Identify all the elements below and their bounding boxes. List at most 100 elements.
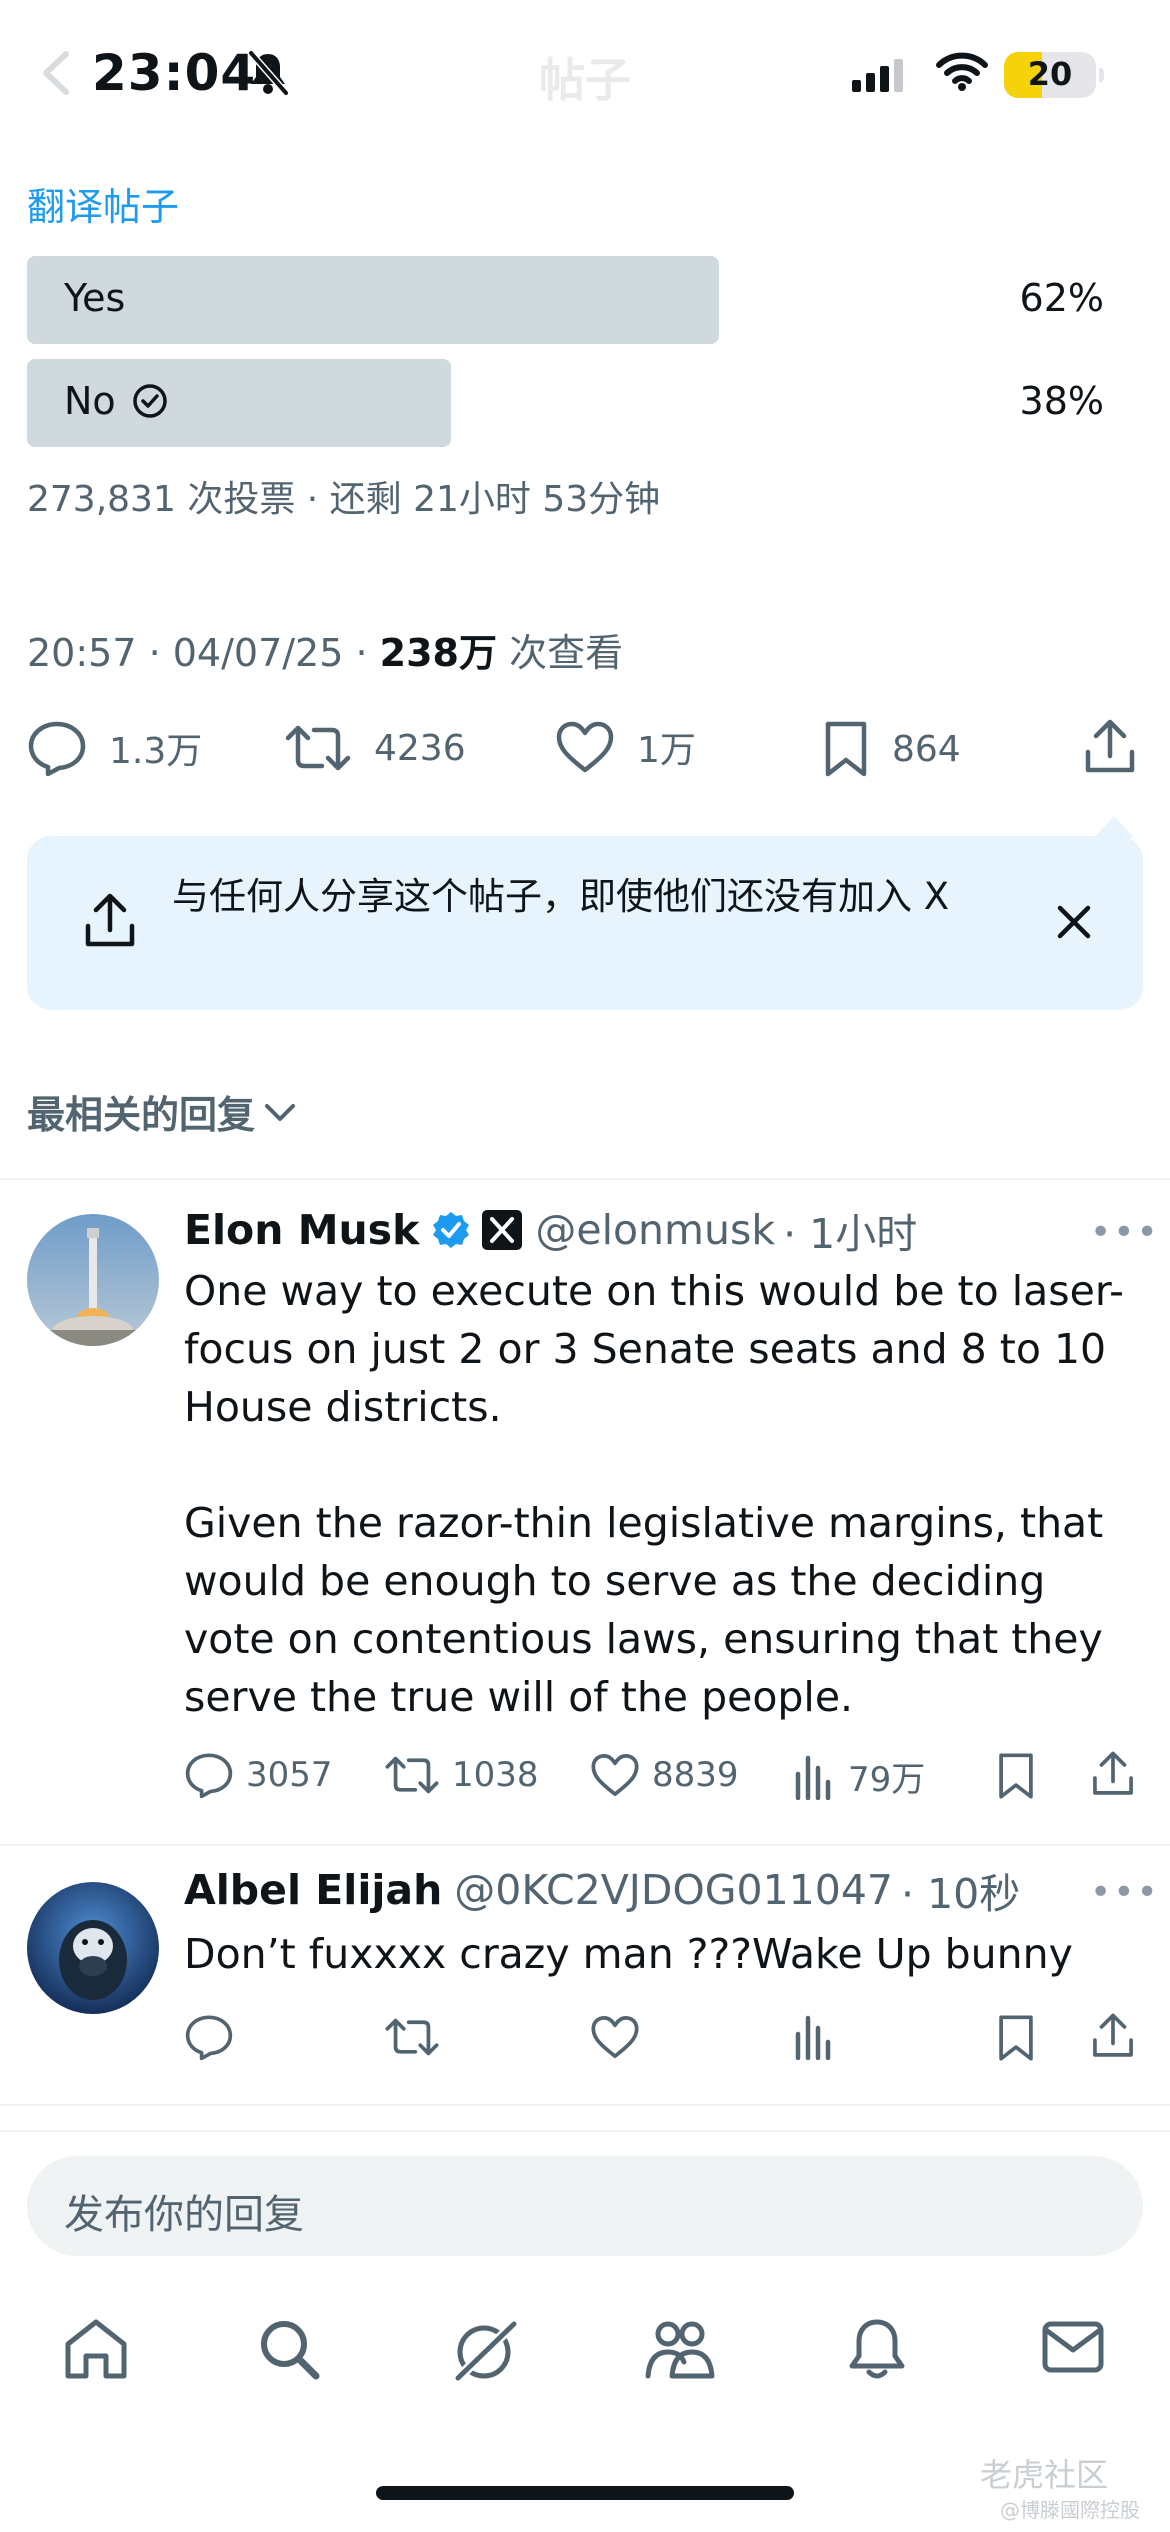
bell-muted-icon xyxy=(246,50,290,96)
author-name[interactable]: Elon Musk xyxy=(184,1206,419,1254)
reply-button[interactable] xyxy=(184,2014,234,2060)
check-circle-icon xyxy=(132,383,168,419)
watermark-logo: 老虎社区 xyxy=(980,2456,1109,2494)
poll-option-selected: No xyxy=(64,379,168,423)
reply-time: · 10秒 xyxy=(901,1870,1021,1918)
translate-post-link[interactable]: 翻译帖子 xyxy=(27,176,179,231)
like-button[interactable]: 1万 xyxy=(555,720,696,774)
battery-indicator: 20 xyxy=(1004,52,1096,98)
watermark-text: @博滕國際控股 xyxy=(1000,2498,1140,2522)
poll-option-label: Yes xyxy=(64,276,126,320)
home-indicator[interactable] xyxy=(376,2486,794,2500)
post-time: 20:57 · 04/07/25 · xyxy=(27,631,380,675)
reply-count: 1.3万 xyxy=(109,731,203,772)
poll-option-yes-bar xyxy=(27,256,719,344)
avatar[interactable] xyxy=(27,1882,159,2014)
more-options-icon[interactable]: ••• xyxy=(1090,1212,1160,1253)
wifi-icon xyxy=(936,52,988,92)
views-button[interactable] xyxy=(794,2014,836,2060)
reply-icon xyxy=(27,720,87,776)
poll-option-percent: 38% xyxy=(1019,379,1104,423)
bookmark-icon xyxy=(996,2014,1036,2062)
views-label: 次查看 xyxy=(496,631,624,675)
grok-icon[interactable] xyxy=(448,2316,522,2386)
reply-text: Don’t fuxxxx crazy man ???Wake Up bunny xyxy=(184,1930,1073,1978)
share-banner xyxy=(27,836,1143,1010)
reply-time: · 1小时 xyxy=(783,1210,918,1258)
like-button[interactable]: 8839 xyxy=(590,1752,739,1798)
reply-author-line: Albel Elijah @0KC2VJDOG011047 · 10秒 xyxy=(184,1860,1020,1920)
share-banner-text: 与任何人分享这个帖子，即使他们还没有加入 X xyxy=(172,875,950,918)
author-handle[interactable]: @0KC2VJDOG011047 xyxy=(454,1866,893,1914)
avatar[interactable] xyxy=(27,1214,159,1346)
divider xyxy=(0,2104,1170,2106)
home-icon[interactable] xyxy=(62,2316,130,2382)
heart-icon xyxy=(590,1752,640,1798)
share-button[interactable] xyxy=(1090,1750,1136,1798)
verified-badge-icon xyxy=(431,1210,471,1250)
share-icon xyxy=(1082,718,1138,776)
repost-count: 1038 xyxy=(452,1755,539,1795)
poll-option-percent: 62% xyxy=(1019,276,1104,320)
bookmark-button[interactable]: 864 xyxy=(822,720,961,778)
like-count: 1万 xyxy=(637,730,696,771)
messages-mail-icon[interactable] xyxy=(1040,2316,1106,2378)
repost-icon xyxy=(384,2014,440,2060)
share-icon xyxy=(1090,2012,1136,2060)
views-count: 238万 xyxy=(379,631,497,675)
poll-meta: 273,831 次投票 · 还剩 21小时 53分钟 xyxy=(27,479,661,520)
more-options-icon[interactable]: ••• xyxy=(1090,1872,1160,1913)
chevron-down-icon xyxy=(263,1100,297,1124)
author-name[interactable]: Albel Elijah xyxy=(184,1866,442,1914)
share-button[interactable] xyxy=(1082,718,1138,776)
replies-sort-label: 最相关的回复 xyxy=(27,1093,256,1137)
repost-button[interactable] xyxy=(384,2014,440,2060)
views-count: 79万 xyxy=(848,1760,926,1800)
poll-option-label: No xyxy=(64,379,116,423)
heart-icon xyxy=(555,720,615,774)
status-time: 23:04 xyxy=(92,44,257,102)
reply-author-line: Elon Musk @elonmusk · 1小时 xyxy=(184,1200,917,1260)
share-icon xyxy=(82,892,138,950)
repost-count: 4236 xyxy=(374,727,466,769)
repost-button[interactable]: 1038 xyxy=(384,1752,539,1798)
bookmark-button[interactable] xyxy=(996,2014,1036,2062)
close-icon[interactable] xyxy=(1056,904,1092,940)
cellular-signal-icon xyxy=(852,58,908,94)
battery-percent: 20 xyxy=(1027,55,1073,93)
composer-divider xyxy=(0,2130,1170,2132)
bookmark-icon xyxy=(996,1752,1036,1800)
like-count: 8839 xyxy=(652,1755,739,1795)
divider xyxy=(0,1178,1170,1180)
replies-sort-dropdown[interactable]: 最相关的回复 xyxy=(27,1084,297,1139)
author-handle[interactable]: @elonmusk xyxy=(535,1206,775,1254)
notifications-bell-icon[interactable] xyxy=(846,2316,908,2382)
repost-icon xyxy=(384,1752,440,1798)
analytics-icon xyxy=(794,1754,836,1800)
views-button[interactable]: 79万 xyxy=(794,1752,925,1801)
share-icon xyxy=(1090,1750,1136,1798)
reply-count: 3057 xyxy=(246,1755,333,1795)
divider xyxy=(0,1844,1170,1846)
reply-icon xyxy=(184,1752,234,1798)
bookmark-count: 864 xyxy=(892,728,961,770)
bookmark-button[interactable] xyxy=(996,1752,1036,1800)
reply-button[interactable]: 3057 xyxy=(184,1752,333,1798)
reply-input-placeholder: 发布你的回复 xyxy=(64,2192,304,2238)
search-icon[interactable] xyxy=(256,2316,322,2382)
repost-icon xyxy=(284,720,352,776)
communities-icon[interactable] xyxy=(644,2316,716,2382)
battery-nub xyxy=(1099,68,1104,82)
reply-button[interactable]: 1.3万 xyxy=(27,720,202,776)
bookmark-icon xyxy=(822,720,870,778)
post-timestamp: 20:57 · 04/07/25 · 238万 次查看 xyxy=(27,622,623,677)
reply-text: One way to execute on this would be to l… xyxy=(184,1267,1124,1721)
share-banner-pointer xyxy=(1094,816,1134,838)
like-button[interactable] xyxy=(590,2014,640,2060)
analytics-icon xyxy=(794,2014,836,2060)
x-affiliate-badge-icon xyxy=(481,1209,523,1251)
repost-button[interactable]: 4236 xyxy=(284,720,466,776)
reply-icon xyxy=(184,2014,234,2060)
heart-icon xyxy=(590,2014,640,2060)
share-button[interactable] xyxy=(1090,2012,1136,2060)
